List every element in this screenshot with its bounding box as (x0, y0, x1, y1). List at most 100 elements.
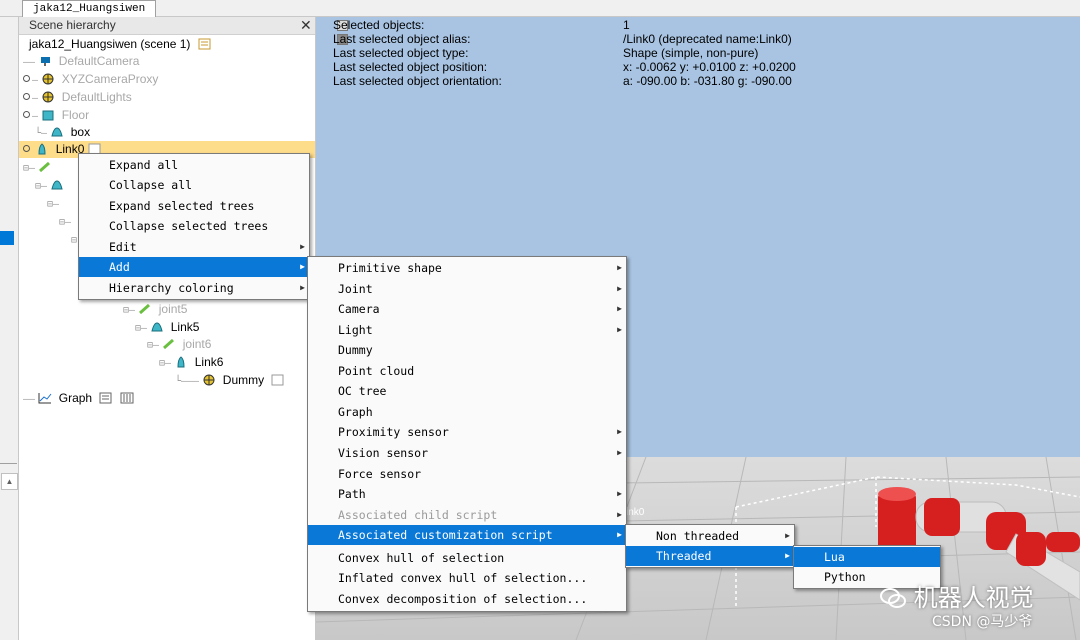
tree-item-defaultlights[interactable]: — DefaultLights (23, 89, 132, 107)
menu-item-dummy[interactable]: Dummy (308, 340, 626, 360)
scene-page-icon (198, 38, 211, 50)
shape-icon (42, 110, 54, 121)
tree-connector-1: ⊟— (47, 199, 60, 210)
submenu-arrow-icon: ▶ (617, 284, 622, 293)
light-icon (42, 91, 54, 103)
tree-item-xyzcameraproxy[interactable]: — XYZCameraProxy (23, 71, 158, 89)
info-value: x: -0.0062 y: +0.0100 z: +0.0200 (623, 60, 796, 74)
menu-item-proximity-sensor[interactable]: Proximity sensor ▶ (308, 422, 626, 442)
info-label: Selected objects: (333, 18, 425, 32)
tree-item-joint5[interactable]: ⊟— joint5 (123, 301, 187, 319)
tree-item-link6[interactable]: ⊟— Link6 (159, 354, 223, 372)
menu-item-expand-selected[interactable]: Expand selected trees (79, 196, 309, 216)
script-page-icon (99, 392, 112, 404)
info-label: Last selected object alias: (333, 32, 471, 46)
menu-item-edit[interactable]: Edit ▶ (79, 237, 309, 257)
menu-item-vision-sensor[interactable]: Vision sensor ▶ (308, 443, 626, 463)
camera-icon (41, 57, 51, 66)
submenu-arrow-icon: ▶ (617, 263, 622, 272)
info-value: a: -090.00 b: -031.80 g: -090.00 (623, 74, 792, 88)
tree-item-link5[interactable]: ⊟— Link5 (135, 319, 199, 337)
info-value: 1 (623, 18, 630, 32)
shape-icon (51, 180, 64, 190)
info-value: Shape (simple, non-pure) (623, 46, 759, 60)
shape-icon (151, 322, 164, 332)
info-value: /Link0 (deprecated name:Link0) (623, 32, 792, 46)
scene-hierarchy-panel: Scene hierarchy ✕ jaka12_Huangsiwen (sce… (19, 17, 316, 640)
menu-item-threaded[interactable]: Threaded ▶ (626, 546, 794, 566)
menu-item-path[interactable]: Path ▶ (308, 484, 626, 504)
shape-icon (38, 143, 46, 155)
menu-item-associated-customization-script[interactable]: Associated customization script ▶ (308, 525, 626, 545)
info-label: Last selected object orientation: (333, 74, 502, 88)
menu-item-add[interactable]: Add ▶ (79, 257, 309, 277)
hierarchy-title: Scene hierarchy (29, 18, 116, 32)
submenu-arrow-icon: ▶ (785, 551, 790, 560)
menu-item-expand-all[interactable]: Expand all (79, 155, 309, 175)
tree-connector-3: ⊟ (71, 235, 78, 246)
submenu-arrow-icon: ▶ (785, 531, 790, 540)
submenu-arrow-icon: ▶ (617, 510, 622, 519)
submenu-arrow-icon: ▶ (617, 448, 622, 457)
dock-selection-marker (0, 231, 14, 245)
document-tab-bar: jaka12_Huangsiwen (0, 0, 1080, 17)
menu-item-associated-child-script: Associated child script ▶ (308, 505, 626, 525)
tree-item-dummy[interactable]: └——— Dummy (175, 372, 288, 390)
menu-item-light[interactable]: Light ▶ (308, 320, 626, 340)
menu-item-oc-tree[interactable]: OC tree (308, 381, 626, 401)
submenu-arrow-icon: ▶ (617, 304, 622, 313)
menu-item-collapse-selected[interactable]: Collapse selected trees (79, 216, 309, 236)
scene-root[interactable]: jaka12_Huangsiwen (scene 1) (29, 36, 215, 52)
floor-object-label: ink0 (626, 507, 645, 518)
joint-icon (163, 338, 175, 350)
menu-item-non-threaded[interactable]: Non threaded ▶ (626, 526, 794, 546)
wechat-logo-icon (880, 588, 906, 608)
joint-icon (139, 303, 151, 315)
dock-divider (0, 463, 17, 464)
left-dock-strip: ▲ (0, 17, 19, 640)
info-label: Last selected object position: (333, 60, 488, 74)
graph-icon (38, 393, 52, 404)
tree-item-graph[interactable]: —— Graph (23, 390, 137, 408)
menu-item-collapse-all[interactable]: Collapse all (79, 175, 309, 195)
menu-item-primitive-shape[interactable]: Primitive shape ▶ (308, 258, 626, 278)
menu-item-joint[interactable]: Joint ▶ (308, 279, 626, 299)
menu-item-convex-decomposition[interactable]: Convex decomposition of selection... (308, 589, 626, 609)
tree-item-link-collapsed[interactable]: ⊟— (35, 177, 67, 195)
dummy-icon (42, 73, 54, 85)
menu-item-camera[interactable]: Camera ▶ (308, 299, 626, 319)
submenu-arrow-icon: ▶ (300, 262, 305, 271)
hierarchy-title-bar: Scene hierarchy ✕ (19, 17, 315, 35)
tree-item-box[interactable]: └— box (35, 124, 90, 142)
hierarchy-context-menu: Expand all Collapse all Expand selected … (78, 153, 310, 300)
script-page-icon (271, 374, 284, 386)
joint-icon (39, 161, 51, 173)
shape-icon (177, 356, 185, 368)
close-icon[interactable]: ✕ (300, 17, 312, 34)
settings-slider-icon (120, 392, 134, 404)
dummy-icon (203, 374, 215, 386)
scroll-up-arrow-icon[interactable]: ▲ (1, 473, 18, 490)
tree-item-joint6[interactable]: ⊟— joint6 (147, 336, 211, 354)
tree-item-defaultcamera[interactable]: —— DefaultCamera (23, 53, 139, 71)
watermark-credit: CSDN @马少爷 (932, 614, 1033, 630)
add-submenu: Primitive shape ▶ Joint ▶ Camera ▶ Light ▶ D… (307, 256, 627, 612)
menu-item-hierarchy-coloring[interactable]: Hierarchy coloring ▶ (79, 278, 309, 298)
menu-item-inflated-convex-hull[interactable]: Inflated convex hull of selection... (308, 568, 626, 588)
submenu-arrow-icon: ▶ (617, 530, 622, 539)
tree-item-joint-collapsed[interactable]: ⊟— (23, 159, 55, 177)
submenu-arrow-icon: ▶ (300, 242, 305, 251)
submenu-arrow-icon: ▶ (617, 489, 622, 498)
submenu-arrow-icon: ▶ (617, 325, 622, 334)
scene-tab[interactable]: jaka12_Huangsiwen (22, 0, 157, 17)
shape-icon (51, 127, 64, 137)
tree-item-floor[interactable]: — Floor (23, 107, 89, 125)
menu-item-force-sensor[interactable]: Force sensor (308, 464, 626, 484)
submenu-arrow-icon: ▶ (300, 283, 305, 292)
menu-item-convex-hull[interactable]: Convex hull of selection (308, 548, 626, 568)
menu-item-graph[interactable]: Graph (308, 402, 626, 422)
submenu-arrow-icon: ▶ (617, 427, 622, 436)
info-label: Last selected object type: (333, 46, 469, 60)
menu-item-point-cloud[interactable]: Point cloud (308, 361, 626, 381)
menu-item-lua[interactable]: Lua (794, 547, 940, 567)
